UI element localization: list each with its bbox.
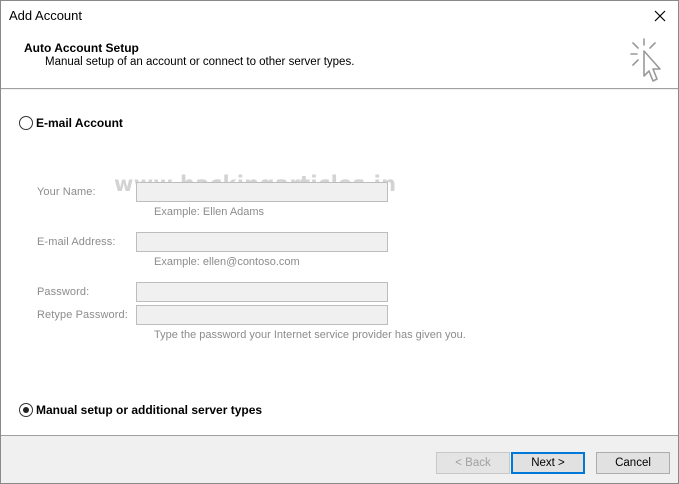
close-button[interactable]: [648, 5, 672, 27]
password-label: Password:: [37, 286, 90, 298]
password-hint: Type the password your Internet service …: [154, 329, 466, 341]
password-field[interactable]: [136, 282, 388, 302]
header-subtitle: Manual setup of an account or connect to…: [45, 56, 355, 68]
your-name-label: Your Name:: [37, 186, 96, 198]
manual-setup-radio[interactable]: [19, 403, 33, 417]
next-button[interactable]: Next >: [511, 452, 585, 474]
cancel-button[interactable]: Cancel: [596, 452, 670, 474]
email-account-radio[interactable]: [19, 116, 33, 130]
email-address-field[interactable]: [136, 232, 388, 252]
close-icon: [654, 10, 666, 22]
your-name-field[interactable]: [136, 182, 388, 202]
cursor-click-icon: [630, 38, 661, 82]
title-bar: Add Account: [1, 1, 678, 31]
add-account-dialog: Add Account Auto Account Setup Manual se…: [0, 0, 679, 484]
options-panel: E-mail Account www.hackingarticles.in Yo…: [1, 90, 678, 436]
email-account-label[interactable]: E-mail Account: [36, 116, 123, 130]
header-title: Auto Account Setup: [24, 41, 139, 55]
manual-setup-label[interactable]: Manual setup or additional server types: [36, 403, 262, 417]
retype-password-label: Retype Password:: [37, 309, 128, 321]
setup-header: Auto Account Setup Manual setup of an ac…: [1, 31, 678, 89]
your-name-hint: Example: Ellen Adams: [154, 206, 265, 218]
email-address-hint: Example: ellen@contoso.com: [154, 256, 300, 268]
retype-password-field[interactable]: [136, 305, 388, 325]
email-address-label: E-mail Address:: [37, 236, 116, 248]
back-button[interactable]: < Back: [436, 452, 510, 474]
window-title: Add Account: [9, 8, 82, 23]
